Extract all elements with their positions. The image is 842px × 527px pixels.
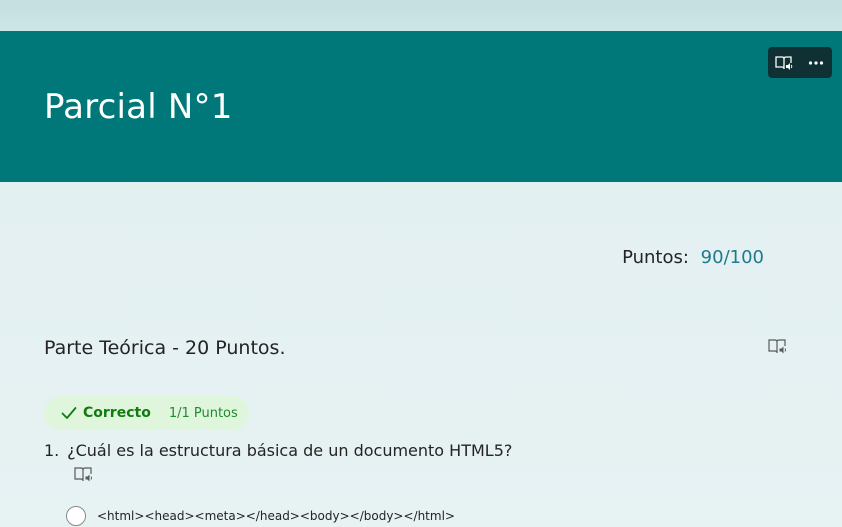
points-value: 90/100	[700, 247, 764, 268]
question-text: ¿Cuál es la estructura básica de un docu…	[67, 441, 513, 460]
top-strip	[0, 0, 842, 31]
header-toolbar	[768, 47, 832, 78]
checkmark-icon	[61, 404, 79, 422]
form-content: Puntos: 90/100 Parte Teórica - 20 Puntos…	[0, 182, 842, 527]
more-options-button[interactable]	[802, 50, 830, 76]
answer-option[interactable]: <html><head><meta></head><body></body></…	[66, 506, 455, 526]
question-number: 1.	[44, 441, 60, 460]
immersive-reader-icon	[775, 55, 793, 70]
points-summary: Puntos: 90/100	[622, 247, 764, 268]
result-badge: Correcto 1/1 Puntos	[44, 396, 249, 430]
radio-button[interactable]	[66, 506, 86, 526]
question-score: 1/1 Puntos	[168, 405, 238, 421]
points-label: Puntos:	[622, 247, 689, 268]
immersive-reader-icon	[74, 467, 92, 482]
form-header: Parcial N°1	[0, 31, 842, 182]
more-options-icon	[808, 60, 824, 65]
answer-option-label: <html><head><meta></head><body></body></…	[97, 509, 455, 523]
immersive-reader-icon	[768, 339, 786, 354]
result-status: Correcto	[83, 405, 151, 421]
section-immersive-reader-button[interactable]	[768, 338, 788, 359]
section-title: Parte Teórica - 20 Puntos.	[44, 337, 286, 359]
question-text-row: 1. ¿Cuál es la estructura básica de un d…	[44, 441, 512, 460]
form-title: Parcial N°1	[44, 87, 233, 127]
question-immersive-reader-button[interactable]	[74, 466, 94, 487]
immersive-reader-button[interactable]	[770, 50, 798, 76]
